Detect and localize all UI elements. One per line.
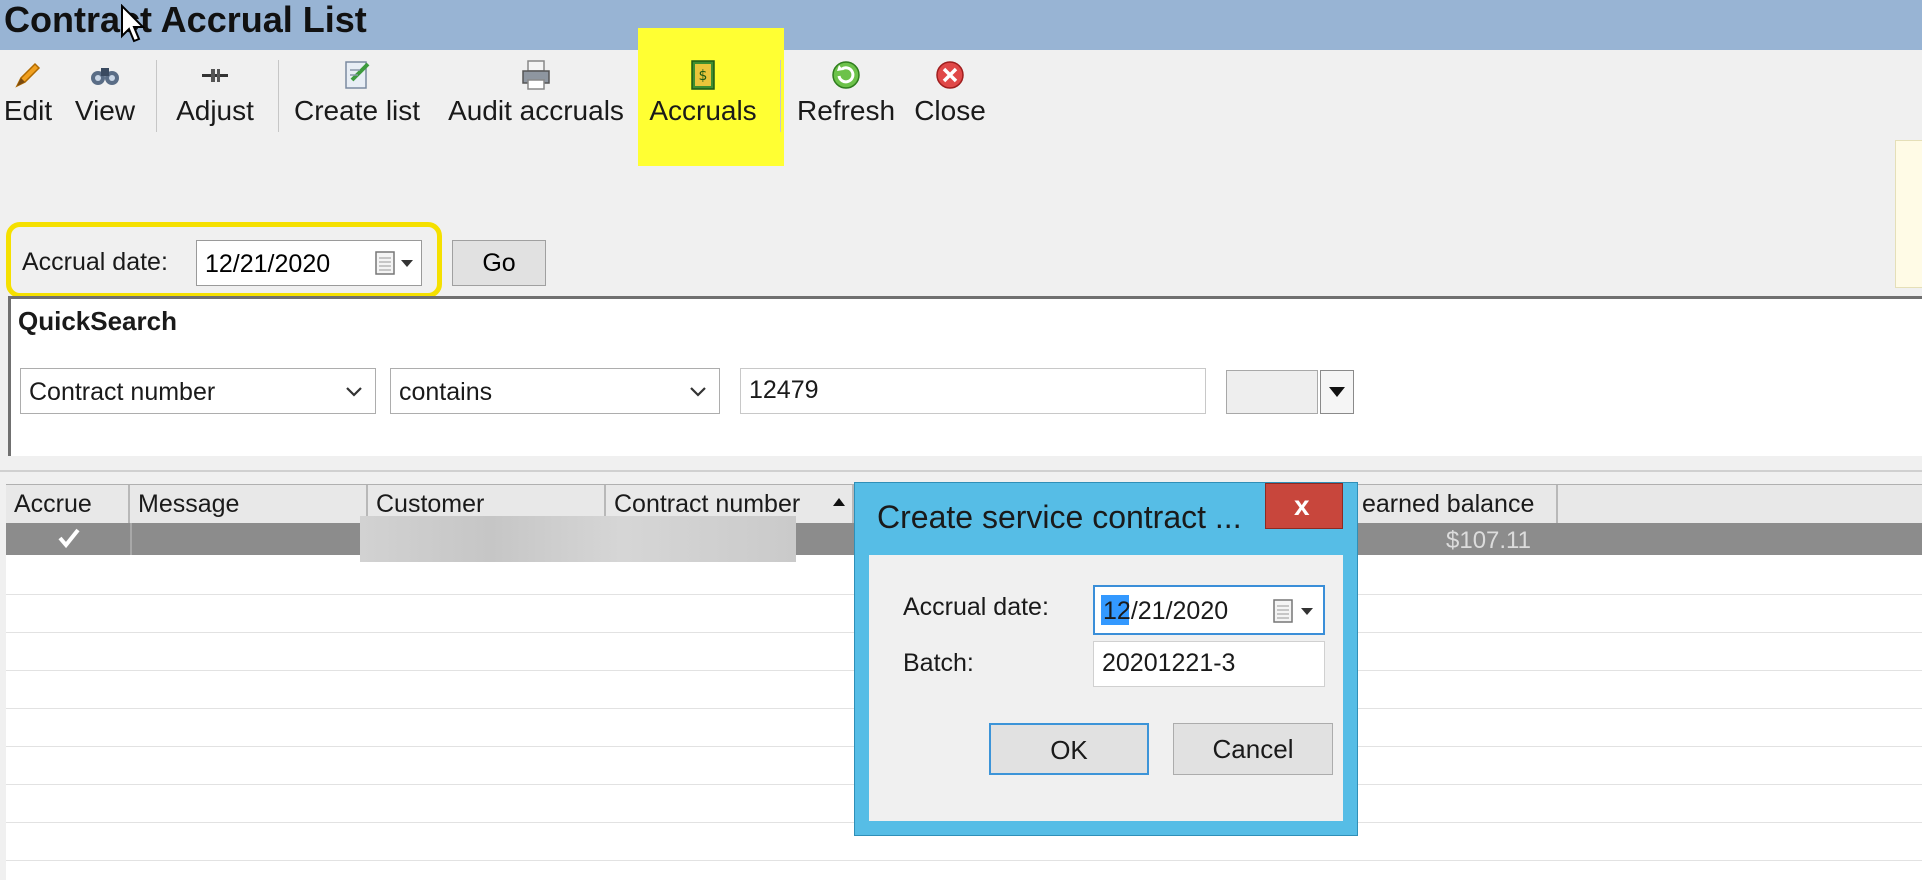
view-label: View <box>74 95 136 126</box>
chevron-down-icon[interactable] <box>1301 608 1313 616</box>
redacted-customer <box>360 516 796 562</box>
view-button[interactable]: View <box>70 58 140 140</box>
search-field-value: Contract number <box>29 378 216 406</box>
accruals-label: Accruals <box>649 95 757 126</box>
search-input[interactable]: 12479 <box>740 368 1206 414</box>
window-titlebar: Contract Accrual List <box>0 0 1922 50</box>
edit-button[interactable]: Edit <box>0 58 56 140</box>
chevron-down-icon <box>346 387 362 397</box>
create-service-contract-dialog: Create service contract ... x Accrual da… <box>854 482 1358 836</box>
refresh-label: Refresh <box>796 95 896 126</box>
dialog-title: Create service contract ... <box>877 499 1242 535</box>
dialog-accrual-date-label: Accrual date: <box>903 593 1049 621</box>
search-input-value: 12479 <box>749 376 819 404</box>
pencil-icon <box>15 62 41 88</box>
chevron-down-icon <box>690 387 706 397</box>
cell-separator <box>130 523 132 555</box>
ledger-icon: $ <box>691 60 715 90</box>
calendar-icon[interactable] <box>375 251 395 275</box>
date-remainder-text: /21/2020 <box>1130 597 1229 625</box>
refresh-icon <box>832 61 860 89</box>
unearned-balance-value: $107.11 <box>1446 527 1531 554</box>
grid-divider <box>0 470 1922 472</box>
audit-accruals-button[interactable]: Audit accruals <box>444 58 628 140</box>
accrue-checkbox[interactable] <box>56 525 82 551</box>
dialog-accrual-date-picker[interactable]: 12/21/2020 <box>1093 585 1325 635</box>
toolbar-separator <box>278 60 279 132</box>
accrual-date-value: 12/21/2020 <box>205 250 331 278</box>
color-swatch <box>1226 370 1318 414</box>
chevron-down-icon <box>1329 387 1345 397</box>
grid-row-line <box>6 860 1922 861</box>
close-label: Close <box>914 95 986 126</box>
color-filter-dropdown[interactable] <box>1226 370 1356 414</box>
go-button[interactable]: Go <box>452 240 546 286</box>
contract-number-header-label: Contract number <box>614 490 801 518</box>
refresh-button[interactable]: Refresh <box>794 58 898 140</box>
ok-button[interactable]: OK <box>989 723 1149 775</box>
dialog-accrual-date-value: 12/21/2020 <box>1103 597 1228 626</box>
accruals-button[interactable]: $ Accruals <box>648 58 758 140</box>
create-list-button[interactable]: Create list <box>294 58 420 140</box>
side-panel-edge <box>1895 140 1922 288</box>
adjust-icon <box>202 69 228 82</box>
selected-month-text: 12 <box>1103 597 1131 625</box>
create-list-icon <box>345 61 370 89</box>
accrual-date-label: Accrual date: <box>22 248 168 276</box>
chevron-down-icon[interactable] <box>401 260 413 268</box>
column-header-message[interactable]: Message <box>130 485 368 523</box>
close-button[interactable]: Close <box>910 58 990 140</box>
cancel-button[interactable]: Cancel <box>1173 723 1333 775</box>
search-operator-value: contains <box>399 378 493 406</box>
search-operator-select[interactable]: contains <box>390 368 720 414</box>
sort-ascending-icon <box>833 498 845 506</box>
search-field-select[interactable]: Contract number <box>20 368 376 414</box>
svg-text:$: $ <box>699 68 708 84</box>
dialog-body: Accrual date: 12/21/2020 Batch: 20201221… <box>869 555 1343 821</box>
toolbar-separator <box>156 60 157 132</box>
quicksearch-title: QuickSearch <box>18 306 177 336</box>
dialog-close-button[interactable]: x <box>1265 483 1343 529</box>
adjust-button[interactable]: Adjust <box>172 58 258 140</box>
dialog-batch-label: Batch: <box>903 649 974 677</box>
close-icon <box>936 61 964 89</box>
batch-field[interactable]: 20201221-3 <box>1093 641 1325 687</box>
window-title: Contract Accrual List <box>4 0 367 40</box>
calendar-icon[interactable] <box>1273 599 1293 623</box>
edit-label: Edit <box>3 95 53 126</box>
close-x-icon: x <box>1294 490 1310 521</box>
binoculars-icon <box>91 68 119 85</box>
accrual-date-picker[interactable]: 12/21/2020 <box>196 240 422 286</box>
printer-icon <box>522 60 550 90</box>
batch-value: 20201221-3 <box>1102 649 1236 677</box>
toolbar-separator <box>780 60 781 132</box>
column-header-accrue[interactable]: Accrue <box>6 485 130 523</box>
color-dropdown-button[interactable] <box>1320 370 1354 414</box>
audit-accruals-label: Audit accruals <box>448 95 624 126</box>
adjust-label: Adjust <box>176 95 254 126</box>
mouse-cursor-icon <box>121 4 146 43</box>
create-list-label: Create list <box>294 95 421 126</box>
column-header-unearned-balance[interactable]: earned balance <box>1358 485 1558 523</box>
